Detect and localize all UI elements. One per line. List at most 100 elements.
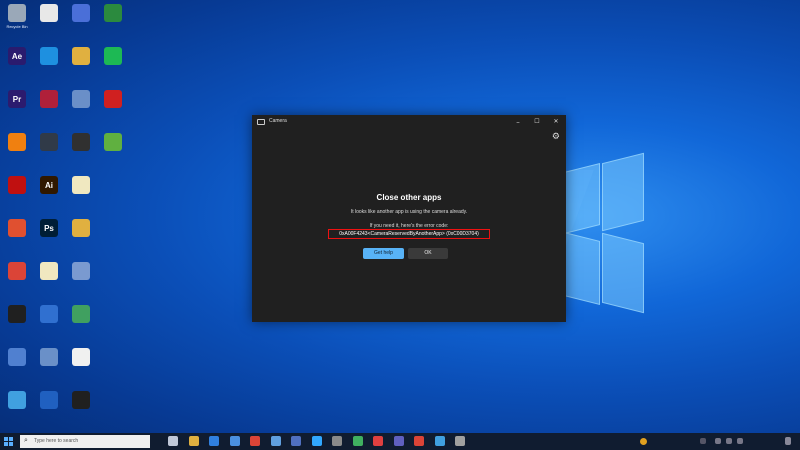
taskbar: ⌕ Type here to search <box>0 433 800 450</box>
chrome-icon[interactable] <box>250 436 260 446</box>
mail-icon[interactable] <box>209 436 219 446</box>
app-icon[interactable] <box>291 436 301 446</box>
desktop-shortcut[interactable] <box>98 47 128 65</box>
app-icon <box>104 90 122 108</box>
window-title: Camera <box>269 118 287 124</box>
app-icon <box>40 90 58 108</box>
logo-pane <box>560 163 600 235</box>
dialog-heading: Close other apps <box>376 193 442 202</box>
desktop-shortcut[interactable] <box>98 4 128 22</box>
skype-icon <box>40 47 58 65</box>
folder-icon <box>72 219 90 237</box>
search-icon: ⌕ <box>24 436 28 444</box>
app-icon[interactable] <box>373 436 383 446</box>
photoshop-icon[interactable] <box>311 436 322 446</box>
desktop-shortcut[interactable] <box>2 348 32 366</box>
desktop-shortcut[interactable] <box>66 90 96 108</box>
recycle-bin-icon <box>8 4 26 22</box>
minimize-button[interactable]: – <box>511 117 525 127</box>
task-view-icon[interactable] <box>168 436 178 446</box>
photos-icon[interactable] <box>270 436 281 446</box>
windows-logo-icon <box>4 437 8 441</box>
camera-window: Camera – ☐ ✕ ⚙ Close other apps It looks… <box>252 115 566 322</box>
language-icon[interactable] <box>737 438 743 444</box>
desktop-shortcut[interactable] <box>34 90 64 108</box>
app-icon[interactable] <box>434 436 445 446</box>
close-button[interactable]: ✕ <box>549 117 563 127</box>
app-icon <box>40 305 58 323</box>
document-icon <box>40 262 58 280</box>
desktop-shortcut[interactable] <box>34 133 64 151</box>
desktop-shortcut[interactable] <box>66 4 96 22</box>
desktop-shortcut[interactable] <box>34 4 64 22</box>
document-icon <box>72 348 90 366</box>
app-icon <box>8 348 26 366</box>
desktop-shortcut[interactable] <box>2 219 32 237</box>
desktop-shortcut[interactable] <box>66 176 96 194</box>
volume-icon[interactable] <box>726 438 732 444</box>
app-icon[interactable] <box>455 436 465 446</box>
desktop-shortcut[interactable]: Ai <box>34 176 64 194</box>
desktop-shortcut[interactable] <box>66 348 96 366</box>
app-icon <box>72 90 90 108</box>
desktop-shortcut[interactable] <box>66 133 96 151</box>
camera-icon <box>257 119 265 125</box>
document-icon <box>40 4 58 22</box>
spotify-icon <box>104 47 122 65</box>
app-icon <box>104 133 122 151</box>
desktop-shortcut[interactable] <box>34 305 64 323</box>
settings-gear-icon[interactable]: ⚙ <box>552 132 560 142</box>
app-icon[interactable] <box>352 436 363 446</box>
desktop-shortcut-label: Recycle Bin <box>6 24 28 29</box>
app-icon <box>8 391 26 409</box>
desktop-shortcut[interactable] <box>34 391 64 409</box>
desktop-shortcut[interactable]: Ae <box>2 47 32 65</box>
app-icon <box>8 176 26 194</box>
desktop-shortcut[interactable] <box>98 133 128 151</box>
maximize-button[interactable]: ☐ <box>530 117 544 127</box>
desktop-shortcut[interactable] <box>2 176 32 194</box>
desktop-shortcut[interactable]: Recycle Bin <box>2 4 32 29</box>
file-explorer-icon[interactable] <box>188 436 199 446</box>
desktop-shortcut[interactable] <box>2 391 32 409</box>
desktop-shortcut[interactable] <box>66 391 96 409</box>
title-bar[interactable]: Camera – ☐ ✕ <box>252 115 566 130</box>
app-icon <box>72 391 90 409</box>
logo-pane <box>602 152 644 232</box>
desktop-shortcut[interactable] <box>34 47 64 65</box>
desktop-shortcut[interactable]: Ps <box>34 219 64 237</box>
desktop-shortcut[interactable] <box>2 133 32 151</box>
ok-button[interactable]: OK <box>408 248 448 259</box>
desktop-shortcut[interactable] <box>66 219 96 237</box>
app-icon <box>40 391 58 409</box>
desktop-shortcut[interactable] <box>66 305 96 323</box>
taskbar-search-box[interactable]: ⌕ Type here to search <box>20 435 150 448</box>
error-code: 0xA00F4243<CameraReservedByAnotherApp> (… <box>328 229 490 239</box>
logitech-icon <box>8 305 26 323</box>
notifications-icon[interactable] <box>785 437 791 445</box>
tray-chevron-icon[interactable] <box>700 438 706 444</box>
chrome-icon[interactable] <box>414 436 424 446</box>
app-icon <box>40 348 58 366</box>
desktop-shortcut[interactable] <box>34 348 64 366</box>
desktop-shortcut[interactable] <box>2 262 32 280</box>
desktop-shortcut[interactable] <box>66 47 96 65</box>
app-icon <box>40 133 58 151</box>
desktop-shortcut[interactable] <box>2 305 32 323</box>
app-icon <box>72 305 90 323</box>
app-icon[interactable] <box>332 436 342 446</box>
desktop-shortcut[interactable] <box>66 262 96 280</box>
desktop-shortcut[interactable]: Pr <box>2 90 32 108</box>
premiere-pro-icon: Pr <box>8 90 26 108</box>
desktop-shortcut[interactable] <box>34 262 64 280</box>
get-help-button[interactable]: Get help <box>363 248 404 259</box>
app-icon[interactable] <box>393 436 404 446</box>
chrome-icon <box>8 262 26 280</box>
store-icon[interactable] <box>229 436 240 446</box>
start-button[interactable] <box>4 437 13 446</box>
folder-icon <box>72 47 90 65</box>
dialog-message: It looks like another app is using the c… <box>350 209 468 215</box>
network-icon[interactable] <box>715 438 721 444</box>
weather-icon[interactable] <box>640 438 647 445</box>
desktop-shortcut[interactable] <box>98 90 128 108</box>
